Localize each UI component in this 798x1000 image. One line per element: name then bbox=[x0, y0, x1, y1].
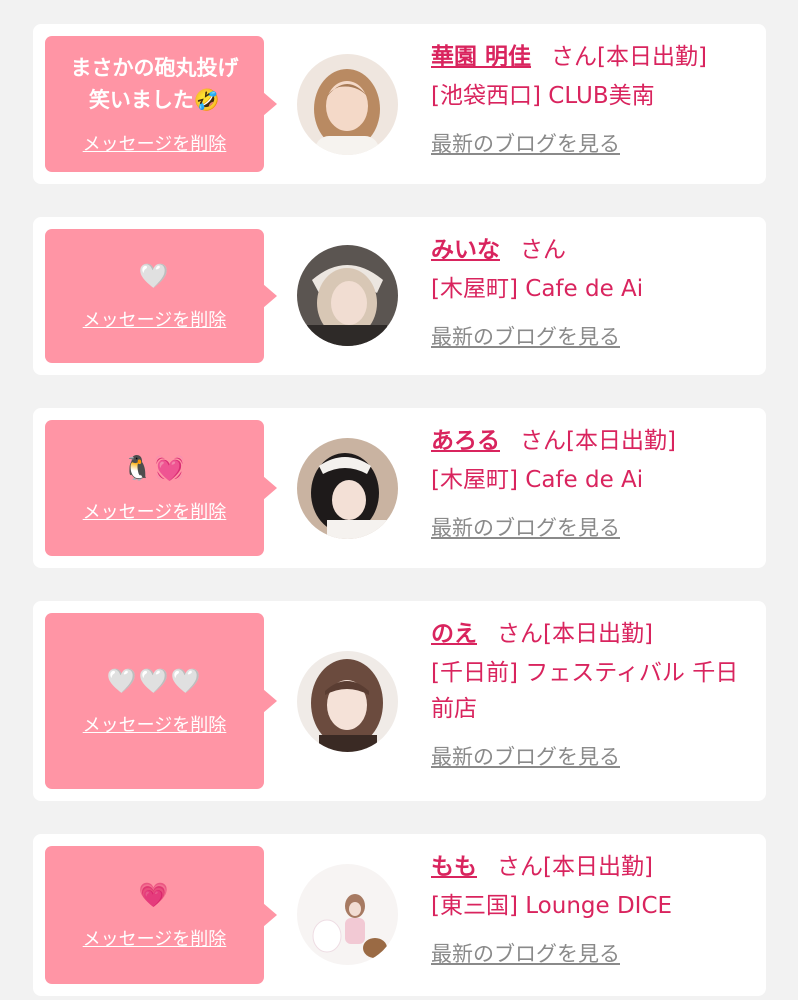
cast-info: みいな さん [木屋町] Cafe de Ai 最新のブログを見る bbox=[431, 233, 750, 351]
avatar[interactable] bbox=[297, 864, 398, 965]
message-text: 💗 bbox=[138, 881, 171, 909]
cast-status: さん[本日出勤] bbox=[551, 44, 707, 70]
cast-info: あろる さん[本日出勤] [木屋町] Cafe de Ai 最新のブログを見る bbox=[431, 424, 750, 542]
cast-name-link[interactable]: のえ bbox=[431, 621, 477, 647]
message-bubble: 🤍🤍🤍 メッセージを削除 bbox=[45, 613, 277, 789]
cast-status: さん[本日出勤] bbox=[497, 621, 653, 647]
cast-info: 華園 明佳 さん[本日出勤] [池袋西口] CLUB美南 最新のブログを見る bbox=[431, 40, 750, 158]
delete-message-link[interactable]: メッセージを削除 bbox=[83, 130, 227, 156]
latest-blog-link[interactable]: 最新のブログを見る bbox=[431, 128, 620, 158]
message-bubble: 🐧💓 メッセージを削除 bbox=[45, 420, 277, 556]
message-bubble: まさかの砲丸投げ 笑いました🤣 メッセージを削除 bbox=[45, 36, 277, 172]
shop-name: [池袋西口] CLUB美南 bbox=[431, 83, 655, 109]
cast-info: もも さん[本日出勤] [東三国] Lounge DICE 最新のブログを見る bbox=[431, 850, 750, 968]
cast-name-link[interactable]: あろる bbox=[431, 428, 500, 454]
avatar[interactable] bbox=[297, 54, 398, 155]
message-card: 💗 メッセージを削除 もも さん[本日出勤] [東三国] Lounge DICE … bbox=[33, 834, 766, 996]
message-text: 🐧💓 bbox=[122, 454, 187, 482]
shop-name: [木屋町] Cafe de Ai bbox=[431, 276, 644, 302]
delete-message-link[interactable]: メッセージを削除 bbox=[83, 925, 227, 951]
cast-status: さん[本日出勤] bbox=[520, 428, 676, 454]
latest-blog-link[interactable]: 最新のブログを見る bbox=[431, 321, 620, 351]
delete-message-link[interactable]: メッセージを削除 bbox=[83, 711, 227, 737]
cast-name-link[interactable]: もも bbox=[431, 854, 477, 880]
shop-name: [千日前] フェスティバル 千日前店 bbox=[431, 660, 739, 722]
delete-message-link[interactable]: メッセージを削除 bbox=[83, 498, 227, 524]
delete-message-link[interactable]: メッセージを削除 bbox=[83, 306, 227, 332]
shop-name: [木屋町] Cafe de Ai bbox=[431, 467, 644, 493]
message-list: まさかの砲丸投げ 笑いました🤣 メッセージを削除 華園 明佳 さん[本日出勤] [… bbox=[0, 0, 798, 1000]
avatar[interactable] bbox=[297, 438, 398, 539]
latest-blog-link[interactable]: 最新のブログを見る bbox=[431, 512, 620, 542]
message-card: 🤍 メッセージを削除 みいな さん [木屋町] Cafe de Ai 最新のブログ… bbox=[33, 217, 766, 375]
cast-status: さん bbox=[520, 237, 566, 263]
message-bubble: 🤍 メッセージを削除 bbox=[45, 229, 277, 363]
message-text: 🤍🤍🤍 bbox=[106, 667, 203, 695]
latest-blog-link[interactable]: 最新のブログを見る bbox=[431, 741, 620, 771]
message-text: 🤍 bbox=[138, 262, 171, 290]
avatar[interactable] bbox=[297, 245, 398, 346]
message-card: まさかの砲丸投げ 笑いました🤣 メッセージを削除 華園 明佳 さん[本日出勤] [… bbox=[33, 24, 766, 184]
shop-name: [東三国] Lounge DICE bbox=[431, 893, 673, 919]
cast-info: のえ さん[本日出勤] [千日前] フェスティバル 千日前店 最新のブログを見る bbox=[431, 617, 750, 771]
cast-status: さん[本日出勤] bbox=[497, 854, 653, 880]
cast-name-link[interactable]: 華園 明佳 bbox=[431, 44, 531, 70]
avatar[interactable] bbox=[297, 651, 398, 752]
message-card: 🐧💓 メッセージを削除 あろる さん[本日出勤] [木屋町] Cafe de Ai… bbox=[33, 408, 766, 568]
message-bubble: 💗 メッセージを削除 bbox=[45, 846, 277, 984]
cast-name-link[interactable]: みいな bbox=[431, 237, 500, 263]
message-text: まさかの砲丸投げ 笑いました🤣 bbox=[70, 56, 239, 112]
message-card: 🤍🤍🤍 メッセージを削除 のえ さん[本日出勤] [千日前] フェスティバル 千日… bbox=[33, 601, 766, 801]
latest-blog-link[interactable]: 最新のブログを見る bbox=[431, 938, 620, 968]
